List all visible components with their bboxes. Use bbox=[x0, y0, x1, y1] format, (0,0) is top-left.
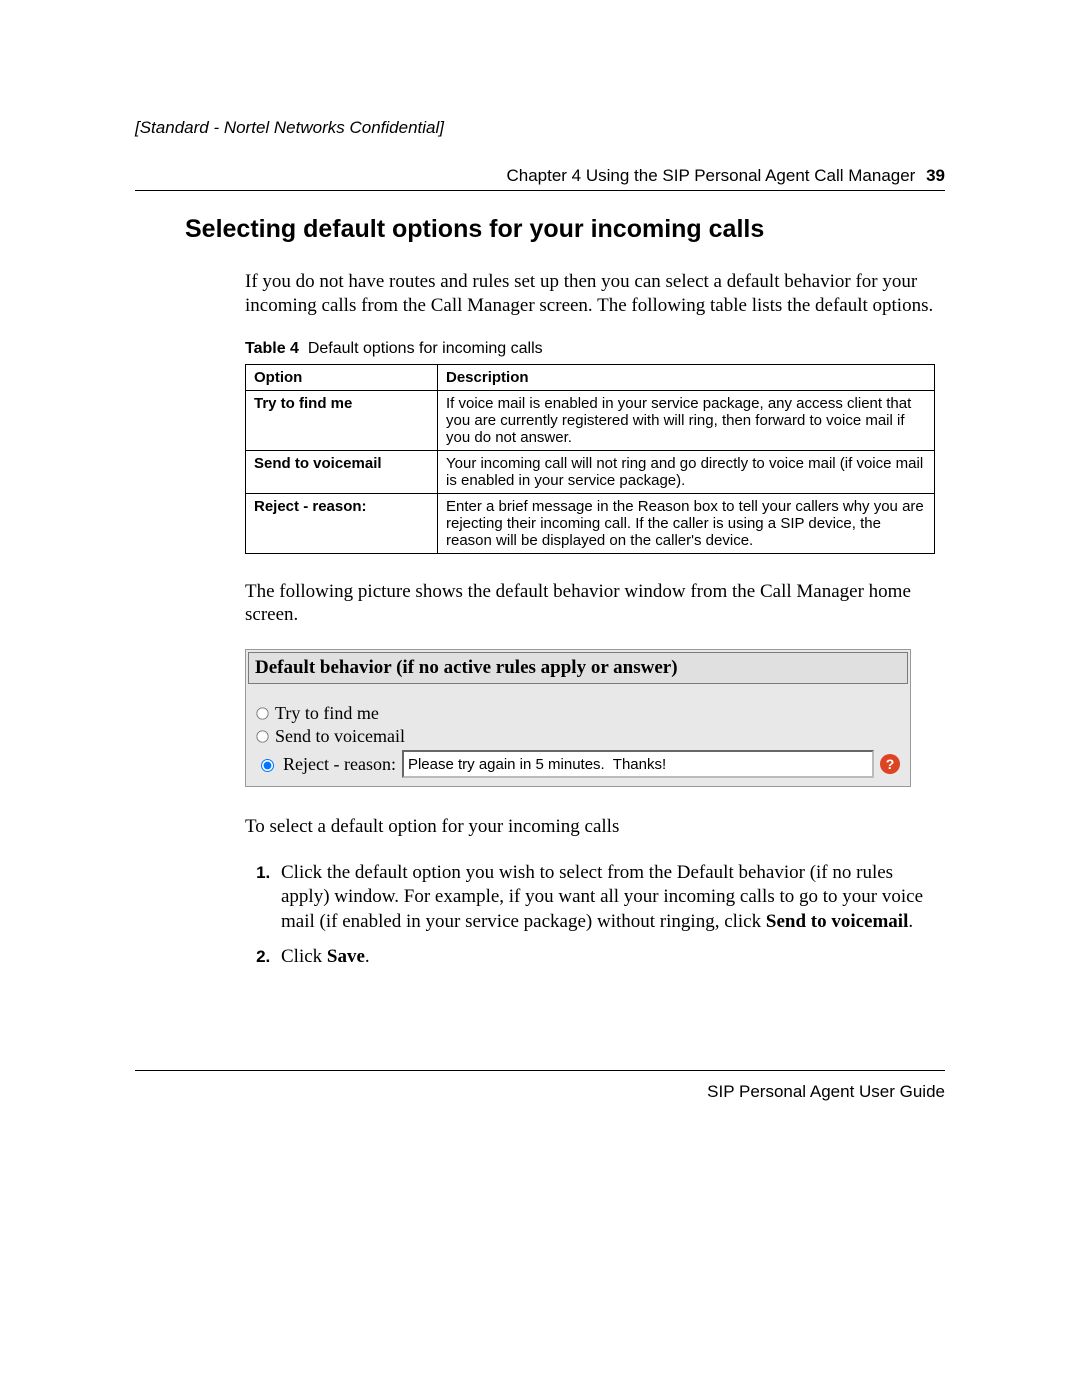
radio-input-voicemail[interactable] bbox=[256, 730, 268, 742]
table-row: Try to find me If voice mail is enabled … bbox=[246, 390, 935, 450]
radio-input-reject[interactable] bbox=[261, 759, 274, 772]
header-rule bbox=[135, 190, 945, 191]
step-2: Click Save. bbox=[275, 945, 935, 970]
cell-description: Your incoming call will not ring and go … bbox=[438, 450, 935, 493]
step-1: Click the default option you wish to sel… bbox=[275, 861, 935, 935]
table-row: Send to voicemail Your incoming call wil… bbox=[246, 450, 935, 493]
reject-reason-input[interactable] bbox=[402, 750, 874, 778]
page-number: 39 bbox=[926, 166, 945, 185]
radio-label-reject: Reject - reason: bbox=[283, 754, 396, 775]
table-row: Reject - reason: Enter a brief message i… bbox=[246, 493, 935, 553]
footer-rule bbox=[135, 1070, 945, 1071]
table-caption: Table 4 Default options for incoming cal… bbox=[245, 340, 945, 358]
col-description: Description bbox=[438, 364, 935, 390]
table-caption-text: Default options for incoming calls bbox=[308, 340, 543, 357]
radio-try-find-me[interactable]: Try to find me bbox=[248, 702, 908, 725]
confidential-notice: [Standard - Nortel Networks Confidential… bbox=[135, 118, 945, 138]
step-bold: Send to voicemail bbox=[766, 911, 909, 932]
radio-label: Try to find me bbox=[275, 703, 379, 724]
options-table: Option Description Try to find me If voi… bbox=[245, 364, 935, 554]
cell-option: Try to find me bbox=[246, 390, 438, 450]
radio-input-try[interactable] bbox=[256, 707, 268, 719]
chapter-header: Chapter 4 Using the SIP Personal Agent C… bbox=[135, 166, 945, 190]
radio-send-voicemail[interactable]: Send to voicemail bbox=[248, 725, 908, 748]
step-text: . bbox=[365, 946, 370, 967]
panel-title: Default behavior (if no active rules app… bbox=[248, 652, 908, 684]
intro-paragraph: If you do not have routes and rules set … bbox=[245, 270, 935, 318]
step-bold: Save bbox=[327, 946, 365, 967]
step-text: . bbox=[908, 911, 913, 932]
table-header-row: Option Description bbox=[246, 364, 935, 390]
steps-list: Click the default option you wish to sel… bbox=[245, 861, 935, 970]
footer-text: SIP Personal Agent User Guide bbox=[707, 1082, 945, 1102]
col-option: Option bbox=[246, 364, 438, 390]
chapter-text: Chapter 4 Using the SIP Personal Agent C… bbox=[506, 166, 915, 185]
cell-option: Send to voicemail bbox=[246, 450, 438, 493]
cell-description: If voice mail is enabled in your service… bbox=[438, 390, 935, 450]
cell-option: Reject - reason: bbox=[246, 493, 438, 553]
table-label: Table 4 bbox=[245, 340, 299, 357]
radio-label: Send to voicemail bbox=[275, 726, 405, 747]
instruction-lead: To select a default option for your inco… bbox=[245, 815, 935, 839]
step-text: Click bbox=[281, 946, 327, 967]
help-icon[interactable]: ? bbox=[880, 754, 900, 774]
default-behavior-screenshot: Default behavior (if no active rules app… bbox=[245, 649, 911, 787]
section-title: Selecting default options for your incom… bbox=[185, 215, 945, 244]
cell-description: Enter a brief message in the Reason box … bbox=[438, 493, 935, 553]
mid-paragraph: The following picture shows the default … bbox=[245, 580, 935, 628]
